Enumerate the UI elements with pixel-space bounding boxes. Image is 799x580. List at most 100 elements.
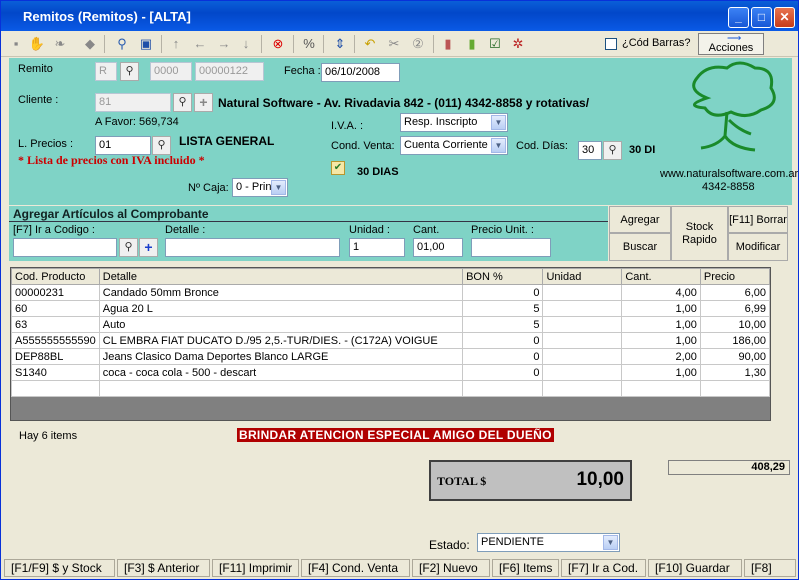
table-row[interactable]: A555555555590 CL EMBRA FIAT DUCATO D./95 …: [11, 332, 771, 349]
table-row[interactable]: 00000231 Candado 50mm Bronce 0 4,00 6,00: [11, 284, 771, 301]
col-bon[interactable]: BON %: [462, 268, 544, 285]
cell-code: 00000231: [11, 284, 100, 301]
status-imprimir[interactable]: [F11] Imprimir: [212, 559, 299, 577]
stock-rapido-button[interactable]: Stock Rapido: [671, 206, 728, 261]
cell-unit: [542, 364, 623, 381]
status-ir-a-cod[interactable]: [F7] Ir a Cod.: [561, 559, 646, 577]
help-icon[interactable]: ②: [409, 35, 427, 53]
maximize-button[interactable]: □: [751, 7, 772, 28]
col-detalle[interactable]: Detalle: [98, 268, 464, 285]
arrow-right-icon[interactable]: →: [215, 35, 233, 53]
cond-venta-label: Cond. Venta:: [331, 140, 395, 152]
cond-venta-select[interactable]: Cuenta Corriente ▼: [400, 136, 508, 155]
add-article-button[interactable]: +: [139, 238, 158, 257]
arrow-down-icon[interactable]: ↓: [237, 35, 255, 53]
undo-icon[interactable]: ↶: [361, 35, 379, 53]
table-row[interactable]: S1340 coca - coca cola - 500 - descart 0 1,…: [11, 364, 771, 381]
cod-barras-checkbox[interactable]: [605, 38, 617, 50]
cell-unit: [542, 284, 623, 301]
buscar-button[interactable]: Buscar: [609, 233, 671, 261]
remito-label: Remito: [18, 63, 53, 75]
edit-icon[interactable]: ☑: [486, 35, 504, 53]
cell-bon: 5: [462, 316, 544, 333]
detalle-field[interactable]: [165, 238, 340, 257]
search-icon[interactable]: ⚲: [120, 62, 139, 81]
cod-dias-field[interactable]: 30: [578, 141, 602, 160]
cell-unit: [542, 348, 623, 365]
table-row[interactable]: 60 Agua 20 L 5 1,00 6,99: [11, 300, 771, 317]
codigo-label: [F7] Ir a Codigo :: [13, 224, 95, 236]
arrow-up-icon[interactable]: ↑: [167, 35, 185, 53]
stack-icon[interactable]: ▮: [463, 35, 481, 53]
iva-select[interactable]: Resp. Inscripto ▼: [400, 113, 508, 132]
gear-icon[interactable]: ✲: [509, 35, 527, 53]
status-nuevo[interactable]: [F2] Nuevo: [412, 559, 490, 577]
website-text: www.naturalsoftware.com.ar: [660, 168, 799, 180]
agregar-button[interactable]: Agregar: [609, 206, 671, 233]
modificar-button[interactable]: Modificar: [728, 233, 788, 261]
cell-code: 60: [11, 300, 100, 317]
chevron-down-icon: ▼: [603, 535, 618, 550]
close-button[interactable]: ✕: [774, 7, 795, 28]
status-stock[interactable]: [F1/F9] $ y Stock: [4, 559, 115, 577]
expand-icon[interactable]: ⇕: [331, 35, 349, 53]
arrow-right-icon: ⟶: [727, 33, 742, 44]
scissors-icon[interactable]: ✂: [385, 35, 403, 53]
search-icon[interactable]: ⚲: [113, 35, 131, 53]
minimize-button[interactable]: _: [728, 7, 749, 28]
cell-price: 90,00: [699, 348, 771, 365]
cant-field[interactable]: 01,00: [413, 238, 463, 257]
table-row[interactable]: 63 Auto 5 1,00 10,00: [11, 316, 771, 333]
iva-note: * Lista de precios con IVA incluido *: [18, 153, 205, 167]
save-icon[interactable]: ▣: [137, 35, 155, 53]
unidad-field[interactable]: 1: [349, 238, 405, 257]
col-cant[interactable]: Cant.: [621, 268, 701, 285]
table-row[interactable]: DEP88BL Jeans Clasico Dama Deportes Blanc…: [11, 348, 771, 365]
status-f8[interactable]: [F8]: [744, 559, 796, 577]
cliente-label: Cliente :: [18, 94, 59, 106]
window: Remitos (Remitos) - [ALTA] _ □ ✕ ▪ ✋ ❧ ◆…: [0, 0, 799, 580]
remito-number2-field[interactable]: 00000122: [195, 62, 264, 81]
cell-qty: 1,00: [621, 364, 701, 381]
col-unidad[interactable]: Unidad: [542, 268, 623, 285]
add-cliente-button[interactable]: +: [194, 93, 213, 112]
cell-unit: [542, 316, 623, 333]
status-items[interactable]: [F6] Items: [492, 559, 559, 577]
status-anterior[interactable]: [F3] $ Anterior: [117, 559, 210, 577]
cell-code: 63: [11, 316, 100, 333]
cancel-icon[interactable]: ⊗: [269, 35, 287, 53]
total-box: TOTAL $ 10,00: [429, 460, 632, 501]
col-cod-producto[interactable]: Cod. Producto: [11, 268, 100, 285]
table-row-empty[interactable]: [11, 380, 771, 397]
precio-field[interactable]: [471, 238, 551, 257]
arrow-left-icon[interactable]: ←: [191, 35, 209, 53]
acciones-button[interactable]: ⟶ Acciones: [698, 33, 764, 55]
status-cond-venta[interactable]: [F4] Cond. Venta: [301, 559, 410, 577]
cell-detail: Jeans Clasico Dama Deportes Blanco LARGE: [98, 348, 464, 365]
col-precio[interactable]: Precio: [699, 268, 771, 285]
cell-qty: 4,00: [621, 284, 701, 301]
iva-label: I.V.A. :: [331, 120, 364, 132]
search-icon[interactable]: ⚲: [173, 93, 192, 112]
cliente-code-field[interactable]: 81: [95, 93, 171, 112]
search-icon[interactable]: ⚲: [603, 141, 622, 160]
caja-select[interactable]: 0 - Prin ▼: [232, 178, 288, 197]
dias-checkbox[interactable]: ✔: [331, 161, 345, 175]
fecha-field[interactable]: 06/10/2008: [321, 63, 400, 82]
percent-icon[interactable]: %: [300, 35, 318, 53]
search-icon[interactable]: ⚲: [119, 238, 138, 257]
borrar-button[interactable]: [F11] Borrar: [728, 206, 788, 233]
hand-icon[interactable]: ✋: [28, 35, 46, 53]
items-grid[interactable]: Cod. Producto Detalle BON % Unidad Cant.…: [10, 267, 771, 421]
codigo-field[interactable]: [13, 238, 117, 257]
estado-value: PENDIENTE: [481, 536, 544, 548]
leaf-icon[interactable]: ❧: [51, 35, 69, 53]
estado-select[interactable]: PENDIENTE ▼: [477, 533, 620, 552]
shield-icon[interactable]: ◆: [81, 35, 99, 53]
remito-type-field[interactable]: R: [95, 62, 117, 81]
status-guardar[interactable]: [F10] Guardar: [648, 559, 742, 577]
book-icon[interactable]: ▮: [439, 35, 457, 53]
title-bar[interactable]: Remitos (Remitos) - [ALTA] _ □ ✕: [1, 1, 798, 31]
new-doc-icon[interactable]: ▪: [7, 35, 25, 53]
remito-number1-field[interactable]: 0000: [150, 62, 192, 81]
